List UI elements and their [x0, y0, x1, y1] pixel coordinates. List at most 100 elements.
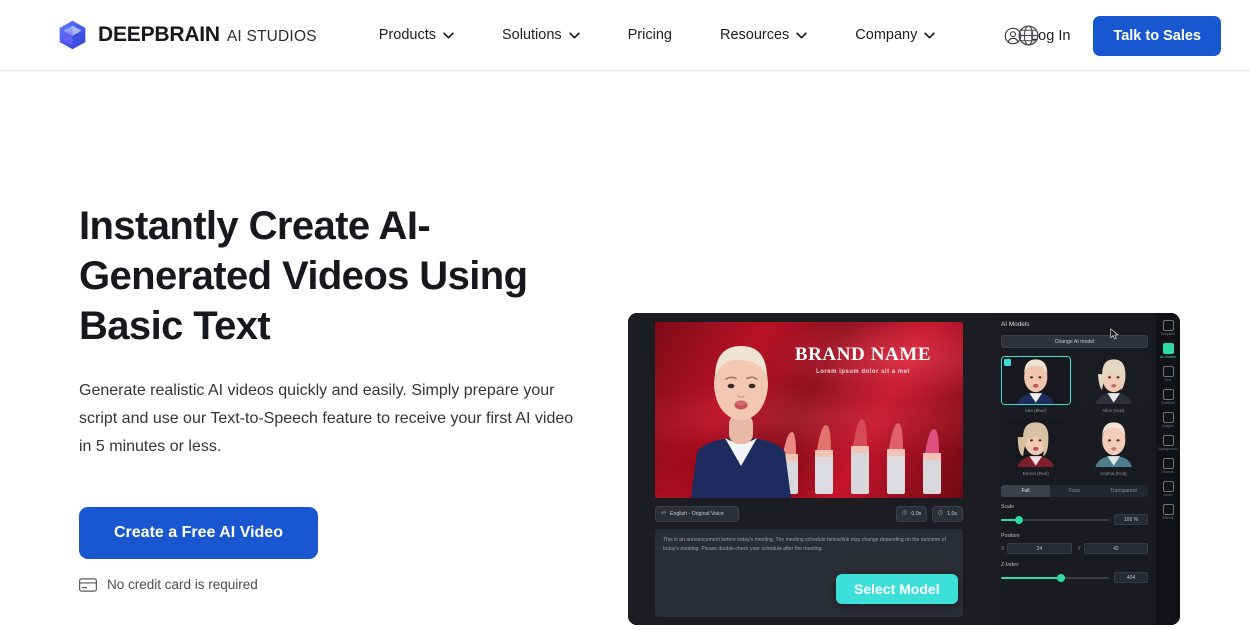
model-card[interactable]: Sophia (Knit): [1079, 419, 1149, 476]
position-label: Position: [1001, 533, 1020, 539]
model-name: Emma (Red): [1022, 471, 1049, 476]
create-free-ai-video-button[interactable]: Create a Free AI Video: [79, 507, 318, 559]
scale-value[interactable]: 100 %: [1114, 514, 1148, 525]
nav-item-company[interactable]: Company: [855, 19, 936, 51]
site-header: DEEPBRAIN AI STUDIOS Products Solutions …: [0, 0, 1250, 71]
audio-icon: [1162, 481, 1174, 492]
zindex-control-row: 404: [1001, 572, 1148, 583]
rail-item-audio[interactable]: Audio: [1157, 479, 1179, 499]
rail-label: Template: [1160, 332, 1176, 336]
mouse-cursor-icon: [1110, 328, 1119, 340]
background-icon: [1162, 435, 1174, 446]
model-card[interactable]: Emma (Red): [1001, 419, 1071, 476]
rail-item-template[interactable]: Template: [1157, 318, 1179, 338]
position-x-value[interactable]: 24: [1007, 543, 1072, 554]
hero-section: Instantly Create AI-Generated Videos Usi…: [0, 71, 1250, 630]
tab-full[interactable]: Full: [1001, 485, 1050, 497]
model-card[interactable]: Mia (Blue): [1001, 356, 1071, 413]
frames-icon: [1162, 458, 1174, 469]
change-ai-model-button[interactable]: Change AI model: [1001, 335, 1148, 348]
ai-models-icon: [1162, 343, 1174, 354]
rail-item-ai-models[interactable]: AI Models: [1157, 341, 1179, 361]
rail-item-frames[interactable]: Frames: [1157, 456, 1179, 476]
rail-label: Frames: [1161, 470, 1175, 474]
model-thumbnail: [1001, 419, 1071, 468]
ai-avatar-presenter: [691, 346, 791, 498]
header-actions: Log In Talk to Sales: [1004, 0, 1221, 71]
ai-models-panel: AI Models Change AI model Mia (Blue) Ali…: [993, 313, 1156, 625]
voice-label: English - Original Voice: [670, 510, 724, 517]
check-icon: [1004, 359, 1011, 366]
rail-label: Background: [1158, 447, 1178, 451]
rail-label: Audio: [1163, 493, 1173, 497]
page-title: Instantly Create AI-Generated Videos Usi…: [79, 204, 528, 348]
time-controls: 0.0s 1.0s: [896, 505, 963, 522]
rail-item-images[interactable]: Images: [1157, 410, 1179, 430]
zindex-slider[interactable]: [1001, 573, 1109, 582]
clock-icon: [902, 510, 908, 517]
model-thumbnail-grid: Mia (Blue) Alice (Suit) Emma (Red) Sophi…: [1001, 356, 1148, 476]
nav-item-resources[interactable]: Resources: [720, 19, 807, 51]
panel-title: AI Models: [1001, 321, 1030, 328]
rail-label: Subtitles: [1161, 401, 1175, 405]
video-preview-stage[interactable]: BRAND NAME Lorem ipsum dolor sit a met: [655, 322, 963, 498]
position-x-field[interactable]: X 24: [1001, 543, 1072, 554]
rail-item-text[interactable]: Text: [1157, 364, 1179, 384]
zindex-label: Z-Index: [1001, 562, 1019, 568]
model-name: Mia (Blue): [1025, 408, 1047, 413]
nav-label-pricing: Pricing: [627, 27, 672, 43]
no-credit-card-note: No credit card is required: [79, 577, 599, 592]
chevron-down-icon: [443, 31, 454, 39]
nav-item-solutions[interactable]: Solutions: [502, 19, 580, 51]
globe-icon[interactable]: [1016, 23, 1041, 48]
model-card[interactable]: Alice (Suit): [1079, 356, 1149, 413]
model-thumbnail: [1079, 356, 1149, 405]
chevron-down-icon: [568, 31, 580, 39]
nav-label-products: Products: [378, 27, 436, 43]
rail-item-background[interactable]: Background: [1157, 433, 1179, 453]
position-y-value[interactable]: 42: [1083, 543, 1148, 554]
model-thumbnail: [1001, 356, 1071, 405]
hero-copy: Instantly Create AI-Generated Videos Usi…: [79, 201, 599, 592]
model-name: Sophia (Knit): [1099, 471, 1127, 476]
position-y-field[interactable]: Y 42: [1078, 543, 1148, 554]
position-x-axis-label: X: [1001, 545, 1005, 552]
nav-label-solutions: Solutions: [501, 27, 562, 43]
stage-toolbar: English - Original Voice 0.0s 1.0s: [655, 504, 963, 523]
select-model-tooltip[interactable]: Select Model: [836, 574, 958, 604]
model-name: Alice (Suit): [1102, 408, 1125, 413]
zindex-value[interactable]: 404: [1114, 572, 1148, 583]
hero-subtitle: Generate realistic AI videos quickly and…: [79, 382, 574, 455]
tab-face[interactable]: Face: [1050, 485, 1099, 497]
voice-selector[interactable]: English - Original Voice: [655, 505, 739, 522]
editor-tool-rail: Template AI Models Text Subtitles Images…: [1156, 313, 1180, 625]
brand-subname: AI STUDIOS: [226, 28, 317, 45]
credit-card-icon: [79, 577, 97, 592]
time-start-field[interactable]: 0.0s: [896, 505, 928, 522]
time-end-value: 1.0s: [947, 510, 957, 517]
main-navigation: Products Solutions Pricing Resources Com…: [379, 19, 936, 51]
template-icon: [1162, 320, 1174, 331]
model-crop-tabs: Full Face Transparent: [1001, 485, 1148, 497]
nav-label-company: Company: [855, 27, 918, 43]
scale-control-row: 100 %: [1001, 514, 1148, 525]
time-end-field[interactable]: 1.0s: [932, 505, 963, 522]
app-preview-mockup: BRAND NAME Lorem ipsum dolor sit a met E…: [628, 313, 1180, 625]
scale-slider[interactable]: [1001, 515, 1109, 524]
tab-transparent[interactable]: Transparent: [1099, 485, 1148, 497]
talk-to-sales-button[interactable]: Talk to Sales: [1093, 15, 1221, 56]
rail-label: Images: [1162, 424, 1174, 428]
subtitles-icon: [1162, 389, 1174, 400]
brand-logo-link[interactable]: DEEPBRAIN AI STUDIOS: [58, 20, 317, 50]
nav-item-products[interactable]: Products: [379, 19, 454, 51]
chevron-down-icon: [924, 31, 936, 39]
rail-label: AI Models: [1160, 355, 1176, 359]
model-thumbnail: [1079, 419, 1149, 468]
brand-name: DEEPBRAIN: [98, 23, 220, 46]
rail-item-effects[interactable]: Effects: [1157, 502, 1179, 522]
rail-item-subtitles[interactable]: Subtitles: [1157, 387, 1179, 407]
scale-label: Scale: [1001, 504, 1014, 510]
nav-item-pricing[interactable]: Pricing: [628, 19, 672, 51]
time-start-value: 0.0s: [911, 510, 922, 517]
no-credit-card-label: No credit card is required: [107, 577, 258, 592]
